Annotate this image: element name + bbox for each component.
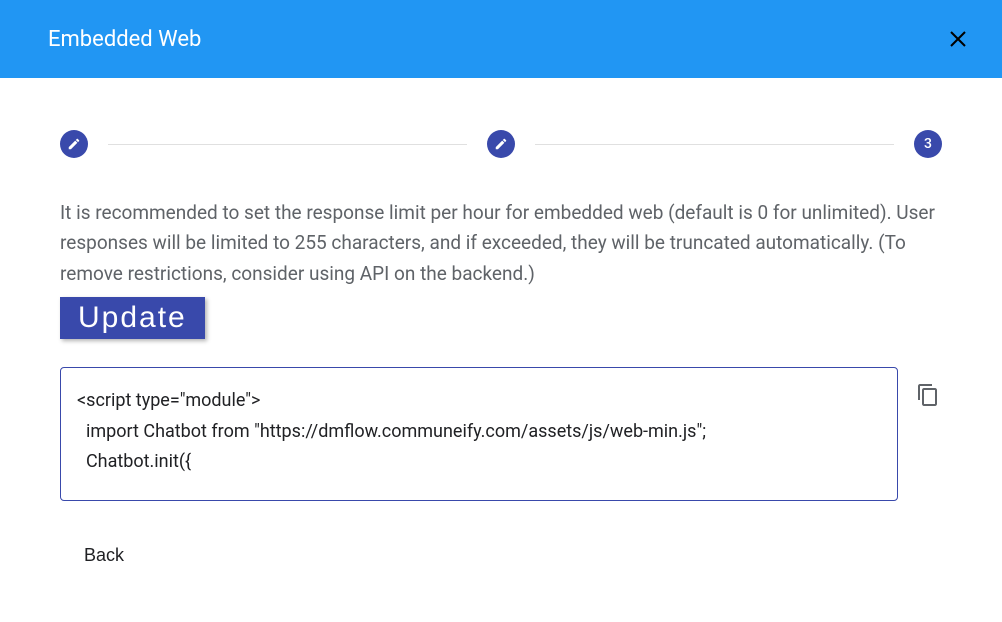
step-3[interactable]: 3: [914, 130, 942, 158]
step-2[interactable]: [487, 130, 515, 158]
step-line-2: [535, 144, 894, 145]
code-box: [60, 367, 898, 501]
step-line-1: [108, 144, 467, 145]
code-section: [60, 367, 942, 501]
pencil-icon: [67, 137, 81, 151]
step-number: 3: [924, 136, 932, 152]
dialog-content: 3 It is recommended to set the response …: [0, 78, 1002, 572]
dialog-title: Embedded Web: [48, 27, 201, 52]
description-text: It is recommended to set the response li…: [60, 198, 942, 289]
step-1[interactable]: [60, 130, 88, 158]
back-button[interactable]: Back: [76, 539, 132, 572]
pencil-icon: [494, 137, 508, 151]
stepper: 3: [60, 130, 942, 158]
close-button[interactable]: [938, 19, 978, 59]
update-button[interactable]: Update: [60, 297, 205, 339]
dialog-header: Embedded Web: [0, 0, 1002, 78]
close-icon: [946, 27, 970, 51]
copy-icon: [916, 383, 940, 407]
code-textarea[interactable]: [77, 386, 881, 478]
copy-button[interactable]: [914, 381, 942, 412]
